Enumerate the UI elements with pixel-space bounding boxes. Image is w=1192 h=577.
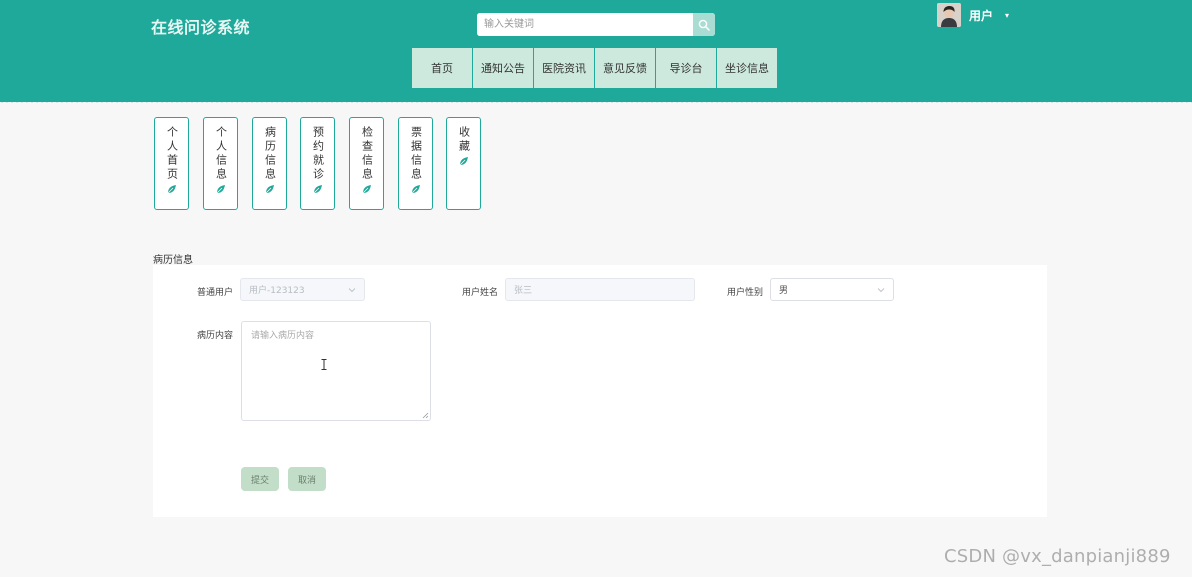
content-placeholder: 请输入病历内容 xyxy=(251,331,315,341)
leaf-icon xyxy=(362,185,371,194)
nav-item-guide-desk[interactable]: 导诊台 xyxy=(656,48,716,88)
medical-record-form: 普通用户 用户-123123 用户姓名 张三 用户性别 男 病历内容 请输入病历… xyxy=(153,265,1047,517)
tab-label: 病历信息 xyxy=(263,126,277,182)
leaf-icon xyxy=(459,157,468,166)
tab-personal-home[interactable]: 个人首页 xyxy=(154,117,189,210)
chevron-down-icon xyxy=(348,288,356,293)
tab-label: 票据信息 xyxy=(409,126,423,182)
cancel-button[interactable]: 取消 xyxy=(288,467,326,491)
resize-grip-icon[interactable] xyxy=(422,412,429,419)
avatar[interactable] xyxy=(937,3,961,27)
nav-item-notices[interactable]: 通知公告 xyxy=(473,48,533,88)
tab-label: 预约就诊 xyxy=(311,126,325,182)
tab-label: 检查信息 xyxy=(360,126,374,182)
gender-select[interactable]: 男 xyxy=(770,278,894,301)
account-label: 普通用户 xyxy=(197,288,234,298)
leaf-icon xyxy=(167,185,176,194)
tab-label: 收藏 xyxy=(457,126,471,154)
submit-button[interactable]: 提交 xyxy=(241,467,279,491)
gender-value: 男 xyxy=(779,286,789,296)
content-textarea[interactable]: 请输入病历内容 xyxy=(241,321,431,421)
leaf-icon xyxy=(265,185,274,194)
tab-receipts[interactable]: 票据信息 xyxy=(398,117,433,210)
name-label: 用户姓名 xyxy=(462,288,499,298)
tab-label: 个人首页 xyxy=(165,126,179,182)
name-value: 张三 xyxy=(514,286,533,296)
section-title: 病历信息 xyxy=(153,255,193,266)
text-cursor-icon xyxy=(321,359,327,370)
tab-favorites[interactable]: 收藏 xyxy=(446,117,481,210)
account-select[interactable]: 用户-123123 xyxy=(240,278,365,301)
top-header: 在线问诊系统 用户 ▾ 首页 通知公告 医院资讯 意见反馈 导诊台 坐诊信息 xyxy=(0,0,1192,102)
nav-item-hospital-news[interactable]: 医院资讯 xyxy=(534,48,594,88)
nav-item-clinic-info[interactable]: 坐诊信息 xyxy=(717,48,777,88)
nav-item-home[interactable]: 首页 xyxy=(412,48,472,88)
user-name[interactable]: 用户 xyxy=(969,7,993,24)
search-button[interactable] xyxy=(693,13,715,36)
avatar-image xyxy=(937,3,961,27)
tab-label: 个人信息 xyxy=(214,126,228,182)
watermark: CSDN @vx_danpianji889 xyxy=(944,546,1171,567)
search-box xyxy=(477,13,715,36)
nav-item-feedback[interactable]: 意见反馈 xyxy=(595,48,655,88)
gender-label: 用户性别 xyxy=(727,288,764,298)
user-menu[interactable]: 用户 ▾ xyxy=(937,3,1009,27)
search-icon xyxy=(698,19,710,31)
leaf-icon xyxy=(313,185,322,194)
search-input[interactable] xyxy=(477,13,693,36)
leaf-icon xyxy=(411,185,420,194)
account-value: 用户-123123 xyxy=(249,286,305,296)
tab-personal-info[interactable]: 个人信息 xyxy=(203,117,238,210)
site-title: 在线问诊系统 xyxy=(151,18,251,37)
chevron-down-icon[interactable]: ▾ xyxy=(1005,11,1009,20)
header-scalloped-edge xyxy=(0,100,1192,103)
content-label: 病历内容 xyxy=(197,331,234,341)
tab-appointments[interactable]: 预约就诊 xyxy=(300,117,335,210)
chevron-down-icon xyxy=(877,288,885,293)
main-nav: 首页 通知公告 医院资讯 意见反馈 导诊台 坐诊信息 xyxy=(412,48,777,88)
name-field[interactable]: 张三 xyxy=(505,278,695,301)
leaf-icon xyxy=(216,185,225,194)
tab-medical-records[interactable]: 病历信息 xyxy=(252,117,287,210)
tab-examinations[interactable]: 检查信息 xyxy=(349,117,384,210)
